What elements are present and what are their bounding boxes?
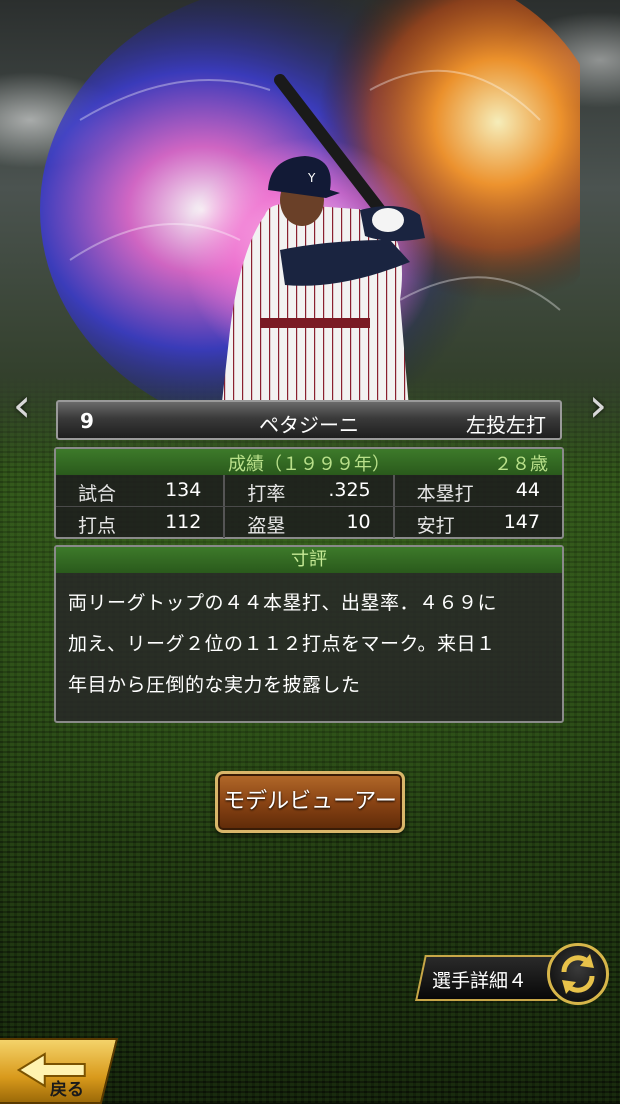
comment-title: 寸評 xyxy=(56,547,562,573)
stat-cell: 盗塁 10 xyxy=(223,507,392,538)
stat-label: 本塁打 xyxy=(416,483,474,505)
stat-value: 44 xyxy=(515,479,540,501)
stat-cell: 本塁打 44 xyxy=(392,475,562,506)
stat-value: 10 xyxy=(346,511,371,533)
model-viewer-button[interactable]: モデルビューアー xyxy=(215,771,405,833)
stats-panel: 成績（１９９９年） ２８歳 試合 134 打率 .325 本塁打 44 打点 1… xyxy=(54,447,564,539)
cycle-button[interactable] xyxy=(547,943,609,1005)
back-label[interactable]: 戻る xyxy=(50,1075,84,1100)
chevron-right-icon: › xyxy=(588,378,608,432)
comment-panel: 寸評 両リーグトップの４４本塁打、出塁率．４６９に 加え、リーグ２位の１１２打点… xyxy=(54,545,564,723)
chevron-left-icon: ‹ xyxy=(12,378,32,432)
next-player-arrow[interactable]: › xyxy=(580,380,616,430)
stats-row: 打点 112 盗塁 10 安打 147 xyxy=(56,506,562,538)
stats-row: 試合 134 打率 .325 本塁打 44 xyxy=(56,475,562,506)
player-name-bar: 9 ペタジーニ 左投左打 xyxy=(56,400,562,440)
stat-value: 112 xyxy=(165,511,202,533)
comment-body: 両リーグトップの４４本塁打、出塁率．４６９に 加え、リーグ２位の１１２打点をマー… xyxy=(56,573,562,706)
stat-cell: 試合 134 xyxy=(56,475,223,506)
prev-player-arrow[interactable]: ‹ xyxy=(4,380,40,430)
age-label: ２８歳 xyxy=(494,454,548,475)
stat-cell: 安打 147 xyxy=(392,507,562,538)
comment-line: 両リーグトップの４４本塁打、出塁率．４６９に xyxy=(68,592,498,614)
stat-label: 打率 xyxy=(247,483,286,505)
svg-text:Y: Y xyxy=(307,171,316,185)
stats-header: 成績（１９９９年） ２８歳 xyxy=(56,449,562,475)
stat-value: 134 xyxy=(165,479,202,501)
stat-value: .325 xyxy=(328,479,371,501)
comment-line: 加え、リーグ２位の１１２打点をマーク。来日１ xyxy=(68,633,496,655)
stat-value: 147 xyxy=(503,511,540,533)
stat-cell: 打率 .325 xyxy=(223,475,392,506)
stat-label: 打点 xyxy=(78,515,117,537)
comment-line: 年目から圧倒的な実力を披露した xyxy=(68,674,361,696)
throw-bat-label: 左投左打 xyxy=(466,413,546,437)
cycle-arrows-icon xyxy=(561,954,595,994)
stat-label: 安打 xyxy=(416,515,455,537)
stat-label: 試合 xyxy=(78,483,117,505)
stat-cell: 打点 112 xyxy=(56,507,223,538)
stat-label: 盗塁 xyxy=(247,515,286,537)
season-label: 成績（１９９９年） xyxy=(228,454,390,475)
player-portrait: Y xyxy=(40,0,580,420)
player-detail-label[interactable]: 選手詳細４ xyxy=(432,966,527,993)
